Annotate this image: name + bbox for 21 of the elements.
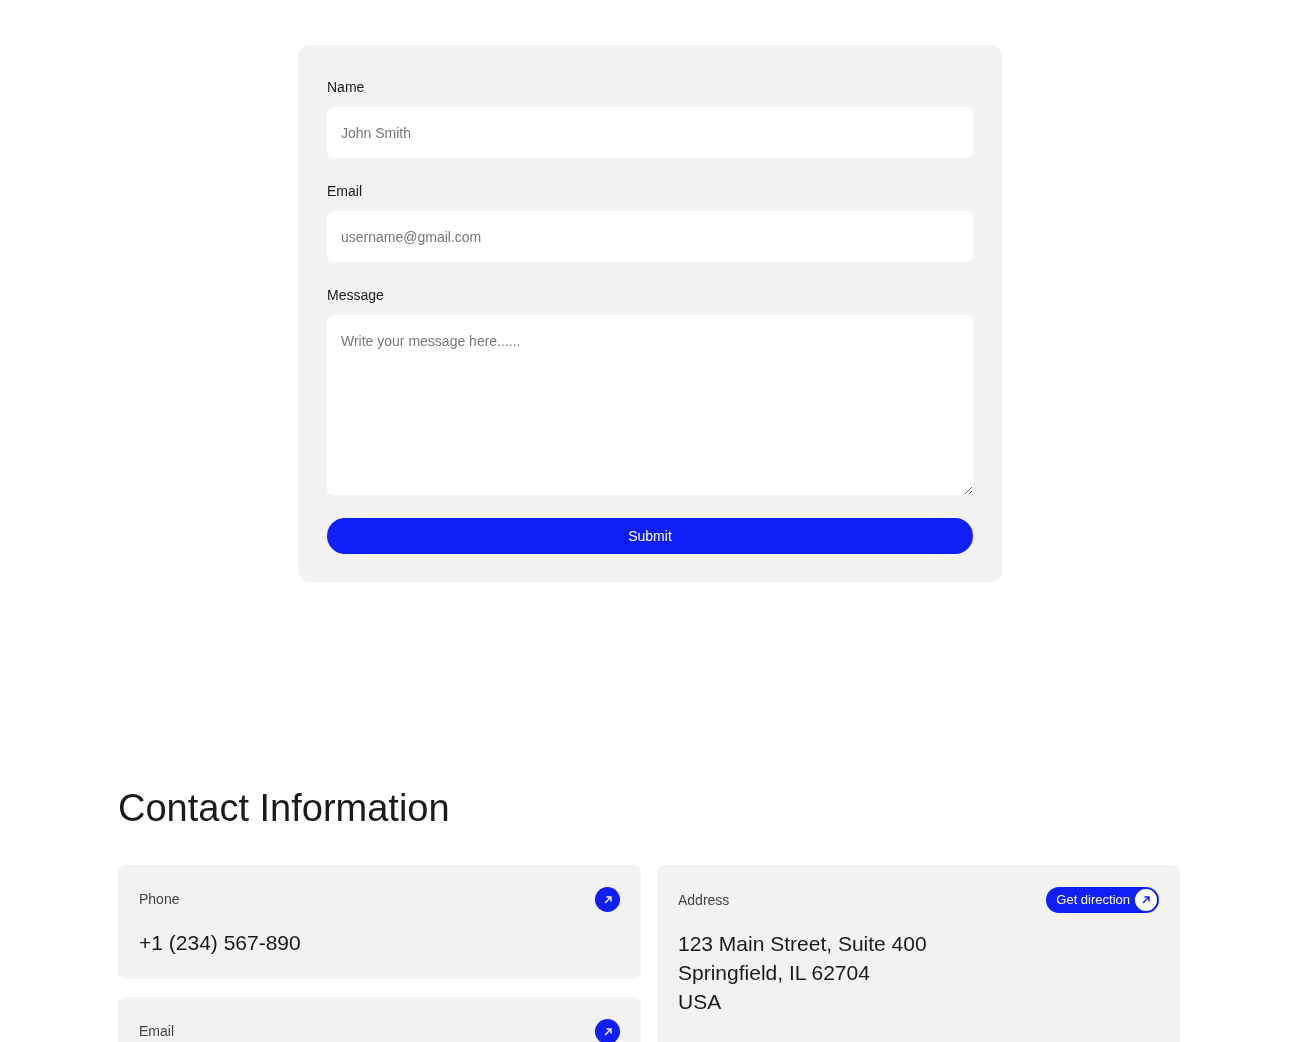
field-label: Name [327,78,366,97]
card-label: Address [678,890,730,910]
direction-button[interactable]: Get direction [1046,887,1159,913]
address-line: USA [678,989,723,1015]
card-label: Email [139,1022,174,1041]
field-label: Message [327,286,385,305]
arrow-icon [602,894,613,905]
arrow-icon [1141,895,1151,905]
arrow-icon [602,1026,613,1037]
section-title: Contact Information [118,786,451,831]
input-field[interactable]: username@gmail.com [327,211,973,262]
submit-button[interactable]: Submit [327,518,973,554]
card-value: +1 (234) 567-890 [139,930,302,956]
address-line: Springfield, IL 62704 [678,960,871,986]
address-line: 123 Main Street, Suite 400 [678,931,928,957]
input-field[interactable]: John Smith [327,107,973,158]
arrow-button[interactable] [595,887,620,912]
message-field[interactable]: Write your message here...... [327,315,973,495]
arrow-button[interactable] [595,1019,620,1042]
card-label: Phone [139,890,180,909]
field-label: Email [327,182,363,201]
